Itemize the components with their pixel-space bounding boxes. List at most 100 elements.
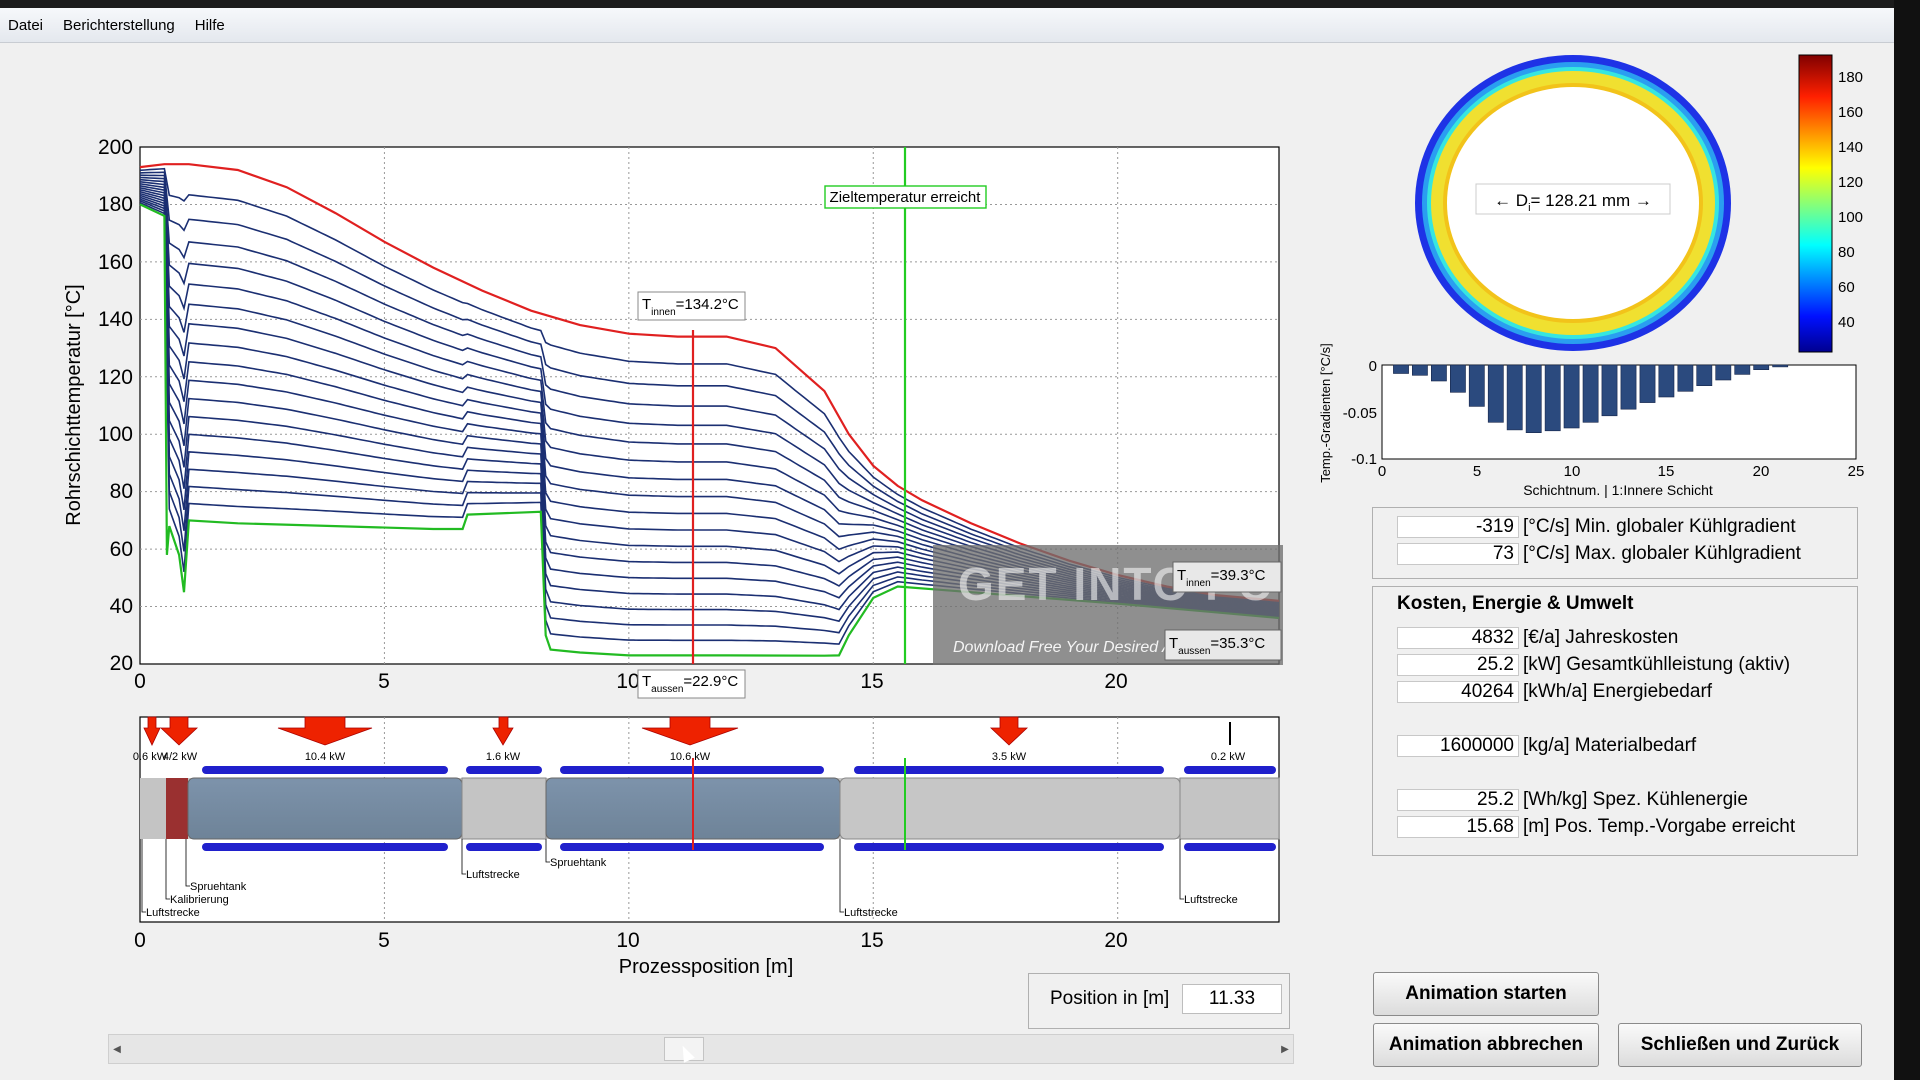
colorbar-tick-180: 180	[1838, 69, 1863, 86]
specific-energy-value: 25.2	[1397, 789, 1519, 811]
gradient-bar-16	[1677, 364, 1694, 392]
gradient-bar-8	[1525, 364, 1542, 433]
gradient-bar-18	[1715, 364, 1732, 381]
t-outer-annotation: Taussen=22.9°C	[637, 669, 746, 699]
cost-row-annual: 4832 [€/a] Jahreskosten	[1397, 627, 1678, 649]
zone-label-2: Spruehtank	[190, 881, 247, 893]
colorbar-ticks: 180 160 140 120 100 80 60 40	[1838, 69, 1863, 331]
grad-x-tick-0: 0	[1378, 463, 1386, 480]
process-diagram: 0.6 kW 4/2 kW 10.4 kW 1.6 kW 10.6 kW 3.5…	[133, 716, 1280, 978]
y-tick-120: 120	[98, 366, 133, 389]
position-input[interactable]: 11.33	[1182, 984, 1282, 1014]
pipe-cross-section: ← Di= 128.21 mm →	[1415, 55, 1731, 351]
gradient-bar-17	[1696, 364, 1713, 387]
process-x-tick-20: 20	[1104, 929, 1127, 952]
material-demand-label: [kg/a] Materialbedarf	[1523, 735, 1697, 756]
zone-label-4: Spruehtank	[550, 857, 607, 869]
max-gradient-label: [°C/s] Max. globaler Kühlgradient	[1523, 543, 1801, 564]
grad-x-tick-20: 20	[1753, 463, 1770, 480]
process-x-tick-0: 0	[134, 929, 146, 952]
annual-cost-label: [€/a] Jahreskosten	[1523, 627, 1679, 648]
gradient-bar-10	[1563, 364, 1580, 429]
gradient-bar-6	[1487, 364, 1504, 423]
cost-row-energy: 40264 [kWh/a] Energiebedarf	[1397, 681, 1712, 703]
scroll-left-arrow-icon[interactable]: ◀	[109, 1035, 125, 1063]
target-position-value: 15.68	[1397, 816, 1519, 838]
colorbar-tick-100: 100	[1838, 209, 1863, 226]
gradient-bar-2	[1412, 364, 1428, 376]
svg-text:Zieltemperatur erreicht: Zieltemperatur erreicht	[830, 189, 982, 206]
abort-animation-button[interactable]: Animation abbrechen	[1373, 1023, 1599, 1067]
costs-panel: Kosten, Energie & Umwelt 4832 [€/a] Jahr…	[1372, 586, 1858, 856]
spray-tank-1	[187, 777, 463, 840]
close-and-return-button[interactable]: Schließen und Zurück	[1618, 1023, 1862, 1067]
process-x-tick-10: 10	[616, 929, 639, 952]
scroll-right-arrow-icon[interactable]: ▶	[1277, 1035, 1293, 1063]
air-gap-2	[839, 777, 1181, 840]
colorbar-tick-120: 120	[1838, 174, 1863, 191]
position-scrollbar[interactable]: ◀ ▶	[108, 1034, 1294, 1064]
grad-x-tick-15: 15	[1658, 463, 1675, 480]
y-tick-60: 60	[110, 538, 133, 561]
min-gradient-row: -319 [°C/s] Min. globaler Kühlgradient	[1397, 516, 1796, 538]
grad-y-tick-005: -0.05	[1343, 405, 1377, 422]
annual-cost-value: 4832	[1397, 627, 1519, 649]
process-x-label: Prozessposition [m]	[619, 956, 794, 978]
y-tick-40: 40	[110, 595, 133, 618]
max-gradient-value: 73	[1397, 543, 1519, 565]
zone-label-6: Luftstrecke	[1184, 894, 1238, 906]
gradient-bar-20	[1753, 364, 1770, 370]
t-outer-end-annotation: Taussen=35.3°C	[1164, 629, 1282, 661]
colorbar-tick-40: 40	[1838, 314, 1855, 331]
colorbar-tick-80: 80	[1838, 244, 1855, 261]
y-tick-100: 100	[98, 423, 133, 446]
grad-x-tick-25: 25	[1848, 463, 1865, 480]
gradient-bar-1	[1393, 364, 1409, 374]
air-gap-1	[461, 777, 547, 840]
cooling-gradient-panel: -319 [°C/s] Min. globaler Kühlgradient 7…	[1372, 507, 1858, 579]
gradient-bar-9	[1544, 364, 1561, 432]
gradient-bar-12	[1601, 364, 1618, 417]
gradient-bar-chart: 0 -0.05 -0.1 0 5 10 15 20 25 Schichtnum.…	[1318, 343, 1864, 498]
x-tick-5: 5	[378, 670, 390, 693]
material-demand-value: 1600000	[1397, 735, 1519, 757]
grad-x-tick-5: 5	[1473, 463, 1481, 480]
power-label-3: 1.6 kW	[486, 751, 521, 763]
gradient-bar-14	[1639, 364, 1656, 403]
window-edge	[1894, 0, 1920, 1080]
gradient-bar-7	[1506, 364, 1523, 431]
gradient-bar-4	[1450, 364, 1466, 393]
power-label-6: 0.2 kW	[1211, 751, 1246, 763]
zone-label-0: Luftstrecke	[146, 907, 200, 919]
grad-y-tick-0: 0	[1369, 358, 1377, 375]
process-x-ticks: 0 5 10 15 20	[134, 929, 1128, 952]
air-gap-3	[1179, 777, 1280, 840]
process-x-tick-5: 5	[378, 929, 390, 952]
colorbar-tick-140: 140	[1838, 139, 1863, 156]
temperature-x-ticks: 0 5 10 15 20	[134, 670, 1128, 693]
temperature-plot: 200 180 160 140 120 100 80 60 40 20 0 5 …	[63, 136, 1283, 699]
cost-row-specific-energy: 25.2 [Wh/kg] Spez. Kühlenergie	[1397, 789, 1748, 811]
process-x-tick-15: 15	[860, 929, 883, 952]
y-tick-160: 160	[98, 251, 133, 274]
power-label-4: 10.6 kW	[670, 751, 711, 763]
cost-row-cooling-power: 25.2 [kW] Gesamtkühlleistung (aktiv)	[1397, 654, 1790, 676]
gradient-bar-19	[1734, 364, 1751, 375]
grad-y-tick-01: -0.1	[1351, 451, 1377, 468]
temperature-y-ticks: 200 180 160 140 120 100 80 60 40 20	[98, 136, 133, 675]
t-inner-annotation: Tinnen=134.2°C	[637, 291, 746, 321]
colorbar-tick-160: 160	[1838, 104, 1863, 121]
target-annotation: Zieltemperatur erreicht	[824, 185, 987, 209]
cost-row-material: 1600000 [kg/a] Materialbedarf	[1397, 735, 1696, 757]
energy-demand-label: [kWh/a] Energiebedarf	[1523, 681, 1713, 702]
zone-label-1: Kalibrierung	[170, 894, 229, 906]
gradient-bar-15	[1658, 364, 1675, 398]
y-tick-140: 140	[98, 308, 133, 331]
y-tick-80: 80	[110, 480, 133, 503]
zone-label-5: Luftstrecke	[844, 907, 898, 919]
y-tick-20: 20	[110, 652, 133, 675]
x-tick-15: 15	[860, 670, 883, 693]
gradient-y-label: Temp.-Gradienten [°C/s]	[1318, 343, 1333, 483]
start-animation-button[interactable]: Animation starten	[1373, 972, 1599, 1016]
target-position-label: [m] Pos. Temp.-Vorgabe erreicht	[1523, 816, 1796, 837]
